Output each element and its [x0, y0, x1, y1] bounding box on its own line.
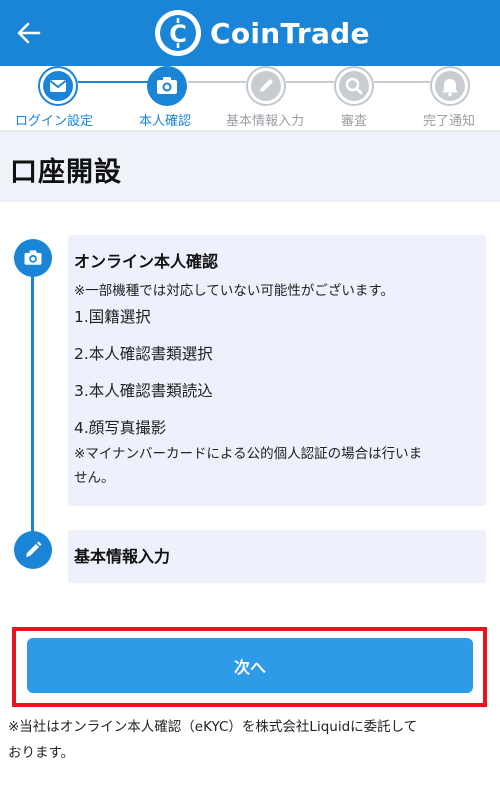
step-review: 審査	[304, 66, 404, 132]
step-label: 本人確認	[138, 114, 191, 129]
step-label: 基本情報入力	[225, 114, 304, 129]
arrow-left-icon	[17, 22, 41, 44]
camera-icon	[14, 239, 52, 277]
step-label: ログイン設定	[14, 114, 93, 129]
back-button[interactable]	[12, 14, 46, 52]
step-label: 審査	[340, 114, 367, 129]
timeline-line	[31, 258, 34, 540]
pencil-icon	[14, 531, 52, 569]
coin-logo-icon: C	[155, 10, 201, 56]
online-kyc-card: オンライン本人確認 ※一部機種では対応していない可能性がございます。 1.国籍選…	[68, 235, 486, 506]
brand-name: CoinTrade	[210, 16, 370, 50]
mynumber-note-line1: ※マイナンバーカードによる公的個人認証の場合は行いま	[74, 446, 423, 462]
next-button[interactable]: 次へ	[27, 638, 473, 693]
mynumber-note-line2: せん。	[74, 470, 115, 486]
ekyc-footnote: ※当社はオンライン本人確認（eKYC）を株式会社Liquidに委託して おります…	[8, 714, 494, 766]
step-label: 完了通知	[422, 114, 475, 129]
ekyc-footnote-line2: おります。	[8, 745, 75, 761]
online-kyc-title: オンライン本人確認	[74, 252, 219, 271]
step-basic-info: 基本情報入力	[215, 66, 315, 132]
step-login-settings: ログイン設定	[4, 66, 104, 132]
kyc-step-item: 4.顔写真撮影	[74, 419, 167, 437]
device-support-note: ※一部機種では対応していない可能性がございます。	[74, 283, 395, 299]
page-title: 口座開設	[10, 157, 122, 188]
basic-info-title: 基本情報入力	[74, 547, 171, 566]
bell-icon	[430, 66, 470, 106]
ekyc-footnote-line1: ※当社はオンライン本人確認（eKYC）を株式会社Liquidに委託して	[8, 719, 418, 735]
camera-icon	[147, 66, 187, 106]
pencil-icon	[246, 66, 286, 106]
kyc-step-item: 2.本人確認書類選択	[74, 345, 213, 363]
step-identity-verification: 本人確認	[115, 66, 215, 132]
brand: C CoinTrade	[155, 9, 370, 57]
progress-stepper: ログイン設定 本人確認 基本情報入力 審査 完了通知	[0, 66, 500, 132]
search-icon	[334, 66, 374, 106]
kyc-step-item: 3.本人確認書類読込	[74, 382, 213, 400]
basic-info-card: 基本情報入力	[68, 530, 486, 583]
step-completion: 完了通知	[399, 66, 499, 132]
kyc-step-item: 1.国籍選択	[74, 308, 151, 326]
mail-icon	[38, 66, 78, 106]
app-header: C CoinTrade	[0, 0, 500, 66]
